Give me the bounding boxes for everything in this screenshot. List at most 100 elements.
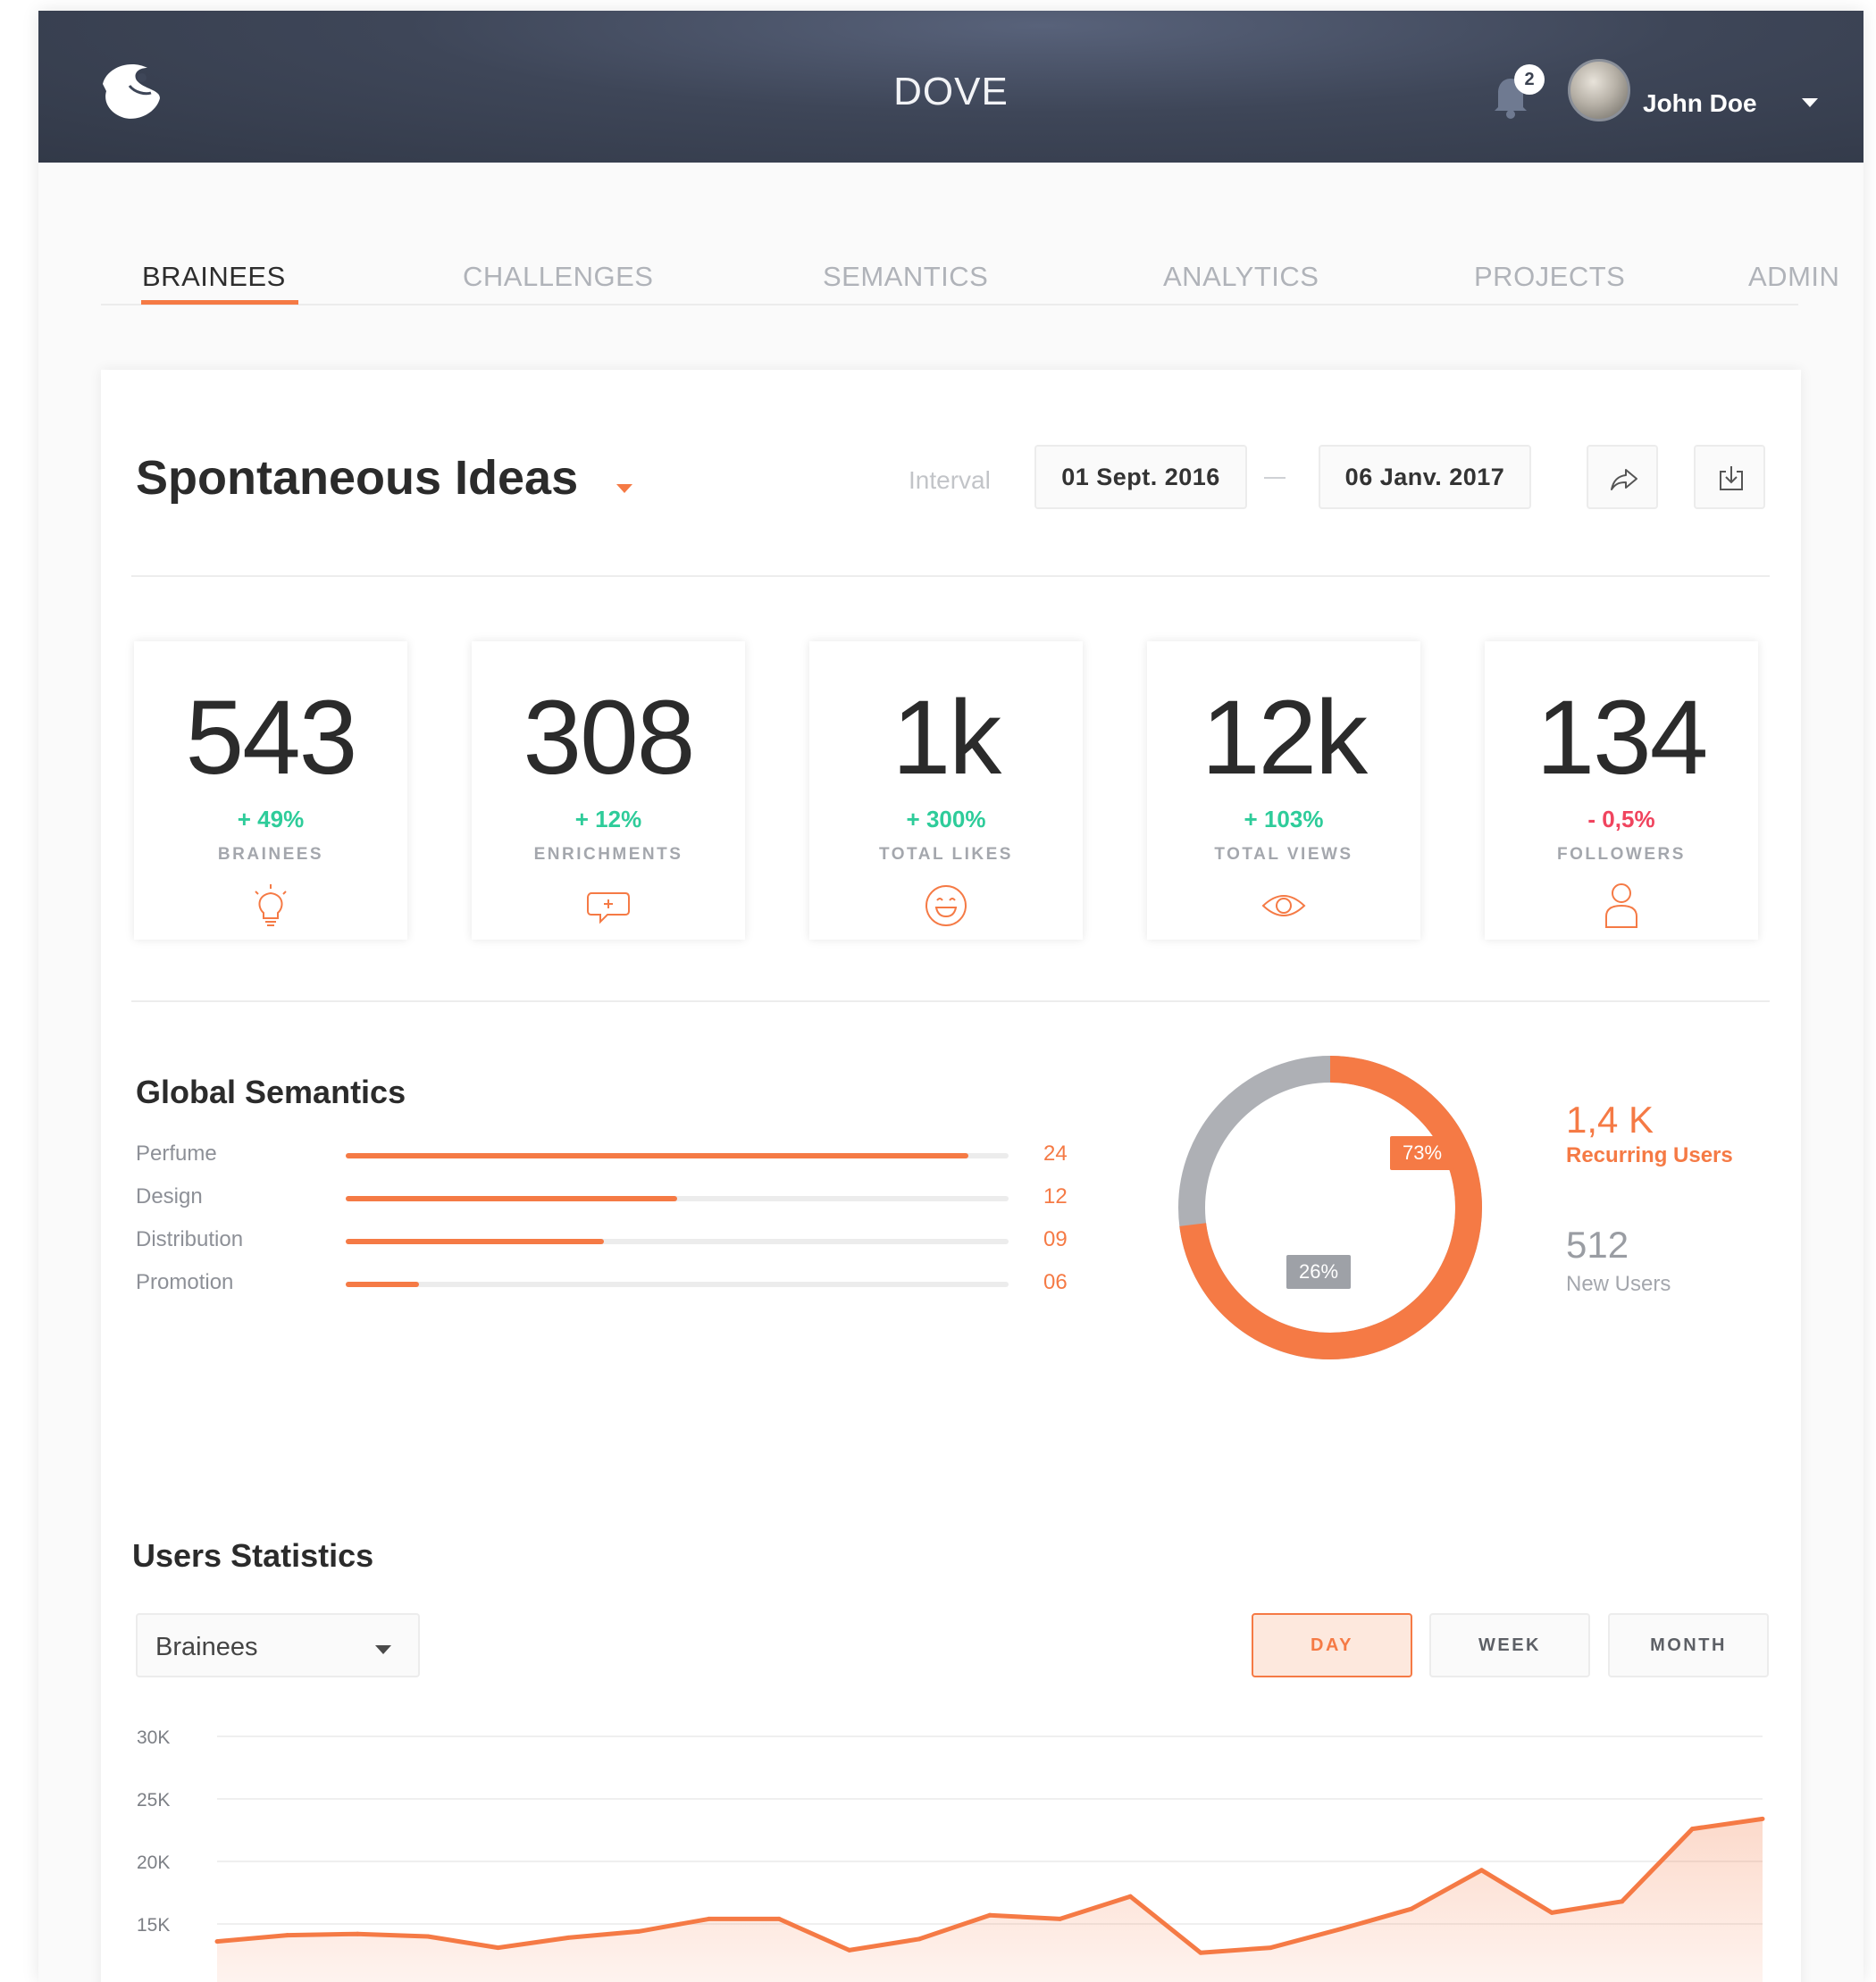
- active-tab-indicator: [141, 300, 298, 305]
- chart-data-point: [355, 1931, 360, 1936]
- chart-data-point: [987, 1912, 992, 1918]
- chart-data-point: [917, 1936, 922, 1942]
- stat-card-followers[interactable]: 134 - 0,5% FOLLOWERS: [1485, 641, 1758, 940]
- semantic-row: Promotion 06: [136, 1267, 1118, 1302]
- chart-y-tick-label: 20K: [137, 1852, 170, 1873]
- stat-value: 134: [1536, 679, 1709, 797]
- chart-data-point: [776, 1916, 782, 1921]
- chart-data-point: [1269, 1945, 1274, 1951]
- stat-delta: + 49%: [237, 806, 305, 832]
- stat-value: 12k: [1201, 679, 1368, 797]
- metric-select-value: Brainees: [155, 1633, 258, 1661]
- recurring-percent-label: 73%: [1390, 1136, 1454, 1170]
- users-statistics-chart: 30K 25K 20K 15K: [137, 1727, 1765, 1982]
- semantic-value: 09: [1043, 1227, 1068, 1251]
- chart-data-point: [496, 1945, 501, 1951]
- chart-data-point: [1478, 1868, 1484, 1873]
- chart-data-point: [285, 1933, 290, 1938]
- chart-y-tick-label: 15K: [137, 1915, 170, 1936]
- users-donut-chart: [1178, 1056, 1482, 1359]
- lightbulb-icon: [255, 884, 287, 926]
- global-semantics-title: Global Semantics: [136, 1074, 406, 1110]
- chart-data-point: [1760, 1816, 1765, 1821]
- chart-data-point: [1127, 1894, 1133, 1899]
- chart-data-point: [1549, 1910, 1554, 1915]
- page-title[interactable]: Spontaneous Ideas: [136, 450, 578, 506]
- semantic-row: Design 12: [136, 1181, 1118, 1217]
- chart-data-point: [425, 1934, 431, 1939]
- period-day-button[interactable]: DAY: [1252, 1613, 1412, 1677]
- semantic-bar-fill: [346, 1282, 419, 1287]
- chart-data-point: [214, 1939, 220, 1944]
- stat-label: TOTAL VIEWS: [1214, 845, 1353, 864]
- recurring-users-value: 1,4 K: [1566, 1099, 1654, 1141]
- tab-projects[interactable]: PROJECTS: [1474, 261, 1625, 293]
- tab-semantics[interactable]: SEMANTICS: [823, 261, 988, 293]
- semantic-bar-fill: [346, 1239, 605, 1244]
- chart-y-tick-label: 25K: [137, 1790, 170, 1811]
- stat-label: FOLLOWERS: [1557, 845, 1686, 864]
- semantic-label: Promotion: [136, 1270, 234, 1294]
- tab-brainees[interactable]: BRAINEES: [142, 261, 286, 293]
- chevron-down-icon: [375, 1645, 391, 1654]
- user-name[interactable]: John Doe: [1643, 89, 1757, 118]
- download-button[interactable]: [1694, 445, 1765, 509]
- semantic-bar-track: [346, 1196, 1009, 1201]
- chevron-down-icon[interactable]: [1802, 98, 1818, 107]
- semantic-value: 06: [1043, 1270, 1068, 1294]
- period-month-button[interactable]: MONTH: [1608, 1613, 1769, 1677]
- chart-data-point: [1058, 1916, 1063, 1921]
- divider: [131, 575, 1770, 577]
- tab-admin[interactable]: ADMIN: [1748, 261, 1839, 293]
- share-button[interactable]: [1587, 445, 1658, 509]
- top-navbar: DOVE 2 John Doe: [38, 11, 1863, 163]
- new-users-value: 512: [1566, 1224, 1629, 1266]
- users-statistics-title: Users Statistics: [132, 1537, 374, 1574]
- chart-data-point: [706, 1916, 711, 1921]
- stat-delta: - 0,5%: [1587, 806, 1655, 832]
- user-icon: [1605, 883, 1637, 928]
- new-users-label: New Users: [1566, 1272, 1671, 1296]
- semantic-row: Perfume 24: [136, 1138, 1118, 1174]
- chevron-down-icon[interactable]: [616, 484, 632, 493]
- semantic-value: 12: [1043, 1184, 1068, 1208]
- download-icon: [1720, 466, 1743, 490]
- stat-delta: + 12%: [574, 806, 642, 832]
- tab-challenges[interactable]: CHALLENGES: [463, 261, 653, 293]
- eye-icon: [1261, 895, 1306, 916]
- stat-card-total-views[interactable]: 12k + 103% TOTAL VIEWS: [1147, 641, 1420, 940]
- stat-card-brainees[interactable]: 543 + 49% BRAINEES: [134, 641, 407, 940]
- semantic-bar-track: [346, 1239, 1009, 1244]
- period-week-button[interactable]: WEEK: [1429, 1613, 1590, 1677]
- chart-data-point: [1338, 1927, 1344, 1932]
- chart-data-point: [1689, 1827, 1695, 1832]
- interval-label: Interval: [909, 466, 991, 494]
- stat-card-enrichments[interactable]: 308 + 12% ENRICHMENTS: [472, 641, 745, 940]
- semantic-label: Perfume: [136, 1142, 217, 1166]
- avatar[interactable]: [1568, 59, 1630, 121]
- stat-card-total-likes[interactable]: 1k + 300% TOTAL LIKES: [809, 641, 1083, 940]
- app-window: DOVE 2 John Doe BRAINEES CHALLENGES SEMA…: [38, 11, 1863, 1982]
- tab-analytics[interactable]: ANALYTICS: [1163, 261, 1319, 293]
- chart-data-point: [847, 1947, 852, 1953]
- stat-value: 1k: [892, 679, 1002, 797]
- chart-data-point: [1620, 1899, 1625, 1904]
- stat-delta: + 300%: [906, 806, 986, 832]
- chart-data-point: [1409, 1906, 1414, 1911]
- semantic-bar-track: [346, 1153, 1009, 1158]
- semantic-label: Design: [136, 1184, 203, 1208]
- date-to-picker[interactable]: 06 Janv. 2017: [1319, 445, 1531, 509]
- smiley-icon: [925, 885, 967, 926]
- chart-data-point: [565, 1935, 571, 1940]
- semantic-bar-fill: [346, 1196, 677, 1201]
- semantic-bar-track: [346, 1282, 1009, 1287]
- metric-select[interactable]: Brainees: [136, 1613, 420, 1677]
- semantic-bar-fill: [346, 1153, 969, 1158]
- date-from-picker[interactable]: 01 Sept. 2016: [1034, 445, 1247, 509]
- stat-label: TOTAL LIKES: [879, 845, 1013, 864]
- stat-label: ENRICHMENTS: [533, 845, 683, 864]
- main-tabs: BRAINEES CHALLENGES SEMANTICS ANALYTICS …: [101, 250, 1839, 305]
- semantic-value: 24: [1043, 1142, 1068, 1166]
- chart-y-tick-label: 30K: [137, 1727, 170, 1748]
- stat-label: BRAINEES: [217, 845, 324, 864]
